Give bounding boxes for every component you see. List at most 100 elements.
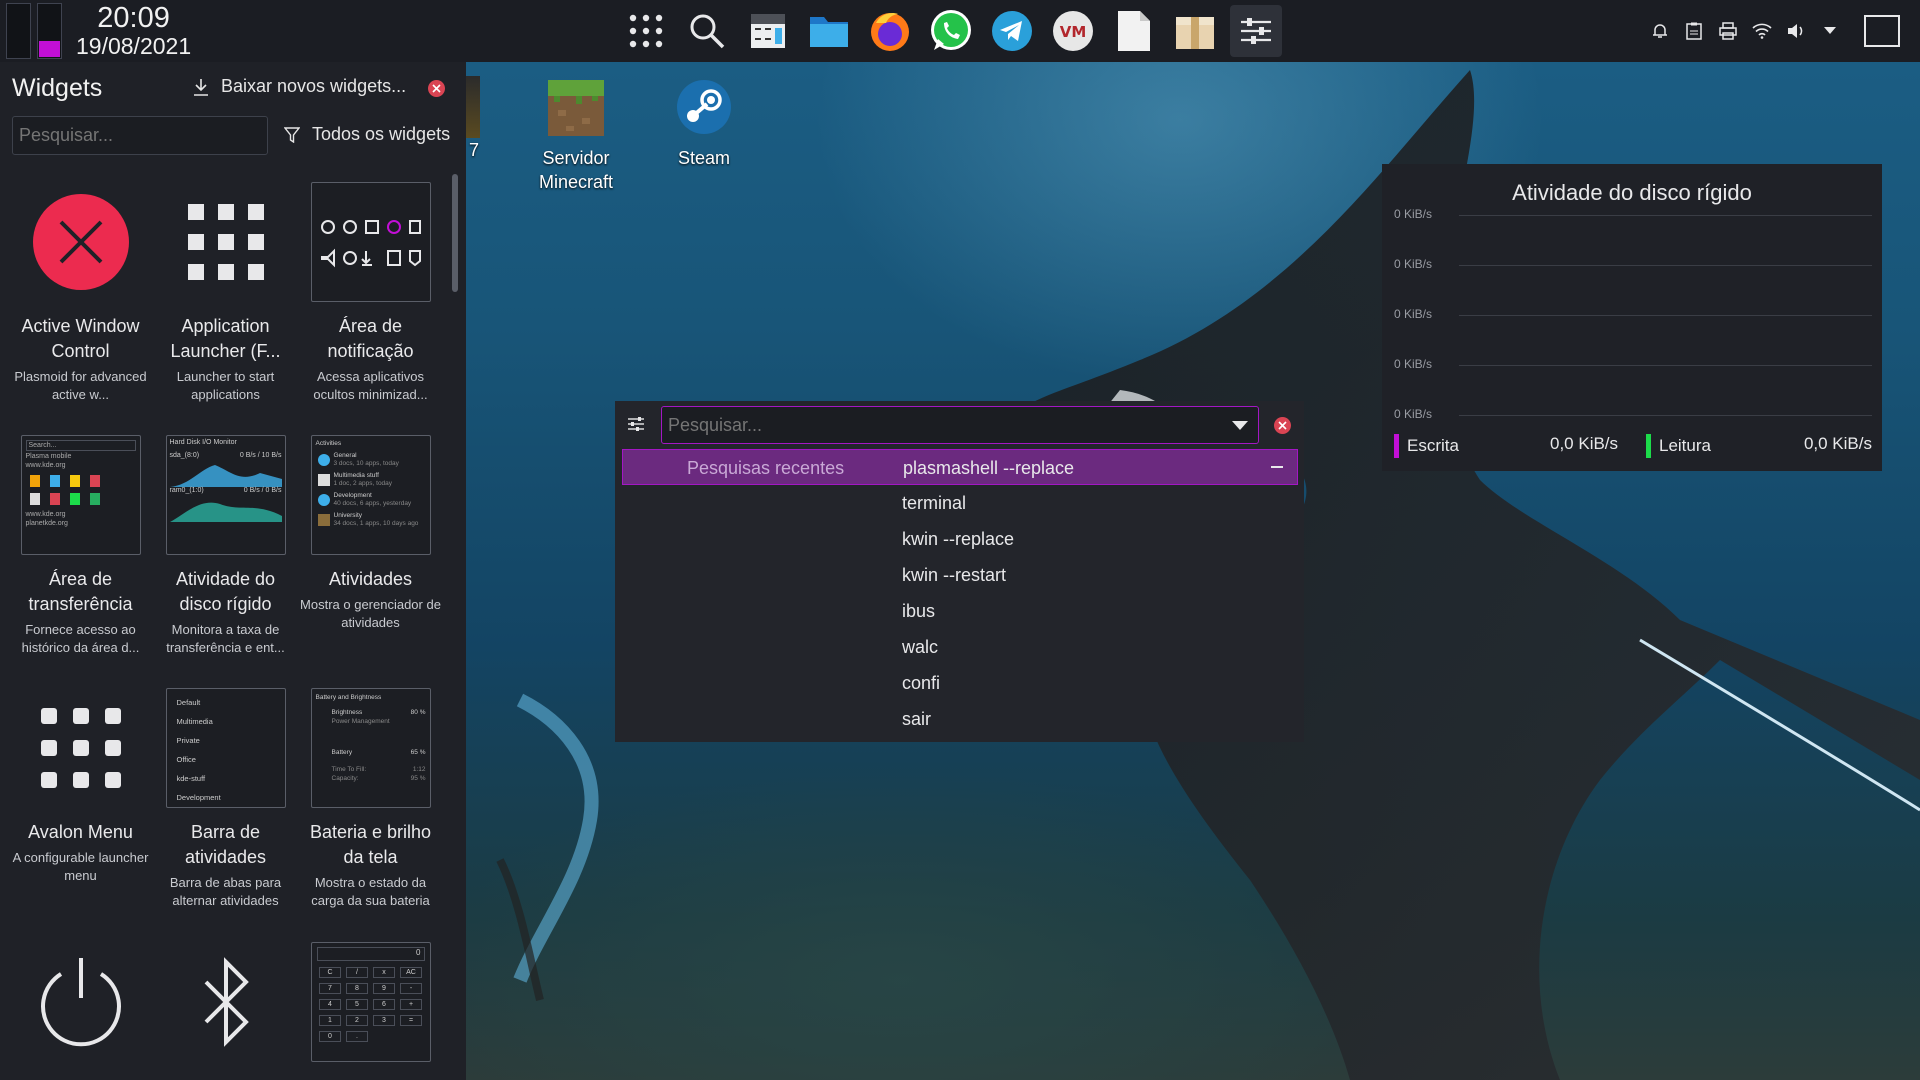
clock-date: 19/08/2021 bbox=[76, 33, 192, 59]
history-dropdown-button[interactable] bbox=[1222, 408, 1258, 442]
clipboard-preview-line: planetkde.org bbox=[25, 520, 68, 527]
activity-name: General bbox=[333, 452, 357, 459]
folder-icon[interactable] bbox=[803, 5, 855, 57]
widget-bluetooth[interactable] bbox=[153, 942, 298, 1062]
get-new-widgets-button[interactable]: Baixar novos widgets... bbox=[193, 76, 406, 97]
recent-search-item[interactable]: ibus bbox=[622, 593, 1298, 629]
remove-history-icon[interactable] bbox=[1271, 466, 1283, 468]
archive-icon[interactable] bbox=[1169, 5, 1221, 57]
telegram-icon[interactable] bbox=[986, 5, 1038, 57]
widget-name: Bateria e brilho da tela bbox=[309, 822, 432, 867]
disk-preview-rate: 0 B/s / 0 B/s bbox=[243, 487, 282, 494]
widget-avalon-menu[interactable]: Avalon Menu A configurable launcher menu bbox=[8, 688, 153, 885]
widget-name: Active Window Control bbox=[21, 316, 140, 361]
activity-name: Multimedia stuff bbox=[333, 472, 379, 479]
recent-search-item[interactable]: terminal bbox=[622, 485, 1298, 521]
widgets-scrollbar[interactable] bbox=[452, 174, 458, 292]
calculator-key: 2 bbox=[346, 1015, 368, 1026]
krunner-search-input[interactable] bbox=[662, 408, 1222, 442]
time-to-fill-label: Time To Fill: bbox=[331, 766, 367, 773]
widget-name: Área de transferência bbox=[28, 569, 133, 614]
widget-name: Atividade do disco rígido bbox=[175, 569, 276, 614]
widget-notification-area[interactable]: Área de notificação Acessa aplicativos o… bbox=[298, 182, 443, 404]
widget-calculator[interactable]: 0 C / x AC 7 8 9- 4 5 6 +1 2 3 = 0. bbox=[298, 942, 443, 1062]
calculator-preview: 0 C / x AC 7 8 9- 4 5 6 +1 2 3 = 0. bbox=[310, 942, 431, 1062]
widget-activity-bar[interactable]: Default Multimedia Private Office kde-st… bbox=[153, 688, 298, 910]
digital-clock[interactable]: 20:09 19/08/2021 bbox=[76, 4, 191, 58]
legend-read: Leitura bbox=[1646, 434, 1711, 458]
krunner-settings-button[interactable] bbox=[627, 416, 645, 437]
firefox-icon[interactable] bbox=[864, 5, 916, 57]
widget-active-window-control[interactable]: Active Window Control Plasmoid for advan… bbox=[8, 182, 153, 404]
brightness-label: Brightness bbox=[331, 709, 363, 716]
read-value: 0,0 KiB/s bbox=[1803, 434, 1872, 453]
recent-search-item[interactable]: sair bbox=[622, 701, 1298, 737]
pager-desktop-1[interactable] bbox=[6, 3, 31, 59]
get-new-widgets-label: Baixar novos widgets... bbox=[221, 76, 407, 96]
widgets-panel-title: Widgets bbox=[12, 74, 103, 102]
launcher-grid-icon bbox=[166, 182, 286, 302]
activity-bar-item: Office bbox=[176, 755, 196, 764]
recent-search-item[interactable]: Pesquisas recentes plasmashell --replace bbox=[622, 449, 1298, 485]
expand-tray-icon[interactable] bbox=[1820, 21, 1840, 41]
recent-search-text: walc bbox=[902, 637, 939, 657]
widget-description: Fornece acesso ao histórico da área d... bbox=[21, 622, 140, 655]
widget-clipboard[interactable]: Search... Plasma mobile www.kde.org www.… bbox=[8, 435, 153, 657]
pager-desktop-2[interactable] bbox=[37, 3, 62, 59]
widget-disk-activity[interactable]: Hard Disk I/O Monitor sda_(8:0) 0 B/s / 1… bbox=[153, 435, 298, 657]
widget-name: Barra de atividades bbox=[184, 822, 267, 867]
vm-icon[interactable]: VM bbox=[1047, 5, 1099, 57]
desktop-icon-steam[interactable]: Steam bbox=[648, 78, 760, 170]
widget-application-launcher[interactable]: Application Launcher (F... Launcher to s… bbox=[153, 182, 298, 404]
document-icon[interactable] bbox=[1108, 5, 1160, 57]
partial-desktop-icon-label[interactable]: 7 bbox=[466, 138, 482, 162]
recent-search-item[interactable]: kwin --replace bbox=[622, 521, 1298, 557]
virtual-desktop-pager[interactable] bbox=[6, 3, 62, 59]
calculator-key: . bbox=[346, 1031, 368, 1042]
notifications-icon[interactable] bbox=[1650, 21, 1670, 41]
recent-search-item[interactable]: confi bbox=[622, 665, 1298, 701]
clipboard-preview: Search... Plasma mobile www.kde.org www.… bbox=[20, 435, 141, 555]
close-widgets-panel-button[interactable] bbox=[428, 80, 445, 97]
activity-bar-item: kde-stuff bbox=[176, 774, 206, 783]
disk-widget-title: Atividade do disco rígido bbox=[1512, 180, 1752, 205]
desktop-icon-minecraft-server[interactable]: Servidor Minecraft bbox=[520, 78, 632, 194]
whatsapp-icon[interactable] bbox=[925, 5, 977, 57]
disk-preview-device: sda_(8:0) bbox=[169, 452, 200, 459]
widget-explorer-panel: Widgets Baixar novos widgets... Todos os… bbox=[0, 62, 466, 1080]
widget-name: Atividades bbox=[328, 569, 413, 589]
widget-activities[interactable]: Activities General 3 docs, 10 apps, today… bbox=[298, 435, 443, 632]
calculator-icon[interactable] bbox=[742, 5, 794, 57]
recent-search-item[interactable]: kwin --restart bbox=[622, 557, 1298, 593]
recent-search-item[interactable]: walc bbox=[622, 629, 1298, 665]
wifi-icon[interactable] bbox=[1752, 21, 1772, 41]
calculator-key: = bbox=[400, 1015, 422, 1026]
widget-search-input[interactable] bbox=[12, 116, 268, 155]
widget-power[interactable] bbox=[8, 942, 153, 1062]
disk-preview-device: ram0_(1:0) bbox=[169, 487, 204, 494]
printer-icon[interactable] bbox=[1718, 21, 1738, 41]
volume-icon[interactable] bbox=[1786, 21, 1806, 41]
krunner-close-button[interactable] bbox=[1274, 417, 1291, 434]
widget-battery-brightness[interactable]: Battery and Brightness Brightness 80 % Po… bbox=[298, 688, 443, 910]
system-settings-icon[interactable] bbox=[1230, 5, 1282, 57]
clipboard-icon[interactable] bbox=[1684, 21, 1704, 41]
recent-search-text: sair bbox=[902, 709, 932, 729]
chevron-down-icon bbox=[1232, 420, 1248, 430]
activity-name: University bbox=[333, 512, 363, 519]
app-grid-icon[interactable] bbox=[620, 5, 672, 57]
download-icon bbox=[194, 78, 208, 96]
activity-name: Development bbox=[333, 492, 372, 499]
legend-write: Escrita bbox=[1394, 434, 1459, 458]
widget-description: Mostra o gerenciador de atividades bbox=[300, 597, 441, 630]
partial-desktop-icon[interactable] bbox=[466, 76, 480, 138]
calculator-key: AC bbox=[400, 967, 422, 978]
calculator-key: 7 bbox=[319, 983, 341, 994]
show-desktop-button[interactable] bbox=[1864, 15, 1900, 47]
widget-filter-button[interactable]: Todos os widgets bbox=[284, 124, 450, 145]
activity-bar-item: Multimedia bbox=[176, 717, 213, 726]
brightness-value: 80 % bbox=[410, 709, 426, 716]
activity-bar-item: Private bbox=[176, 736, 200, 745]
search-icon[interactable] bbox=[681, 5, 733, 57]
recent-search-text: plasmashell --replace bbox=[903, 458, 1075, 478]
